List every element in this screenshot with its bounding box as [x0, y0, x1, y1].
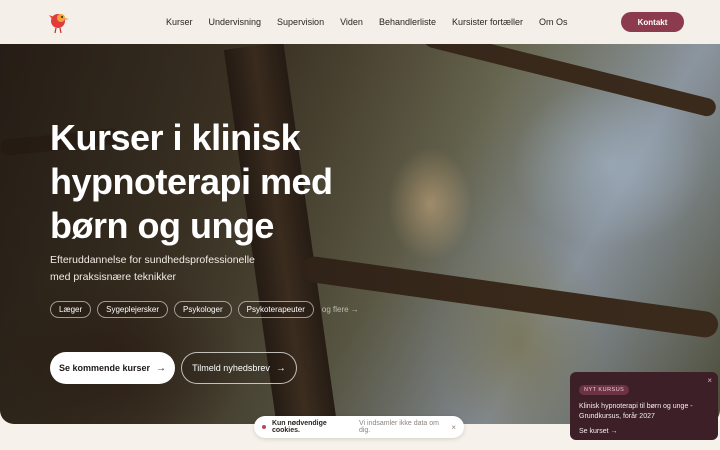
tag-psykoterapeuter: Psykoterapeuter	[237, 301, 314, 318]
site-header: Kurser Undervisning Supervision Viden Be…	[0, 0, 720, 44]
tag-laeger: Læger	[50, 301, 92, 318]
tag-psykologer: Psykologer	[174, 301, 232, 318]
nav-item-undervisning[interactable]: Undervisning	[209, 17, 262, 27]
upcoming-courses-label: Se kommende kurser	[58, 363, 151, 373]
new-course-text: Klinisk hypnoterapi til børn og unge - G…	[579, 403, 693, 420]
cookie-dot-icon	[262, 425, 266, 429]
hero-subtitle: Efteruddannelse for sundhedsprofessionel…	[50, 254, 255, 283]
cookie-notice-text: Vi indsamler ikke data om dig.	[358, 420, 439, 434]
nav-item-om-os[interactable]: Om Os	[539, 17, 568, 27]
new-course-badge: NYT KURSUS	[579, 385, 630, 395]
contact-button[interactable]: Kontakt	[621, 12, 684, 32]
nav-item-supervision[interactable]: Supervision	[277, 17, 324, 27]
bird-logo-icon[interactable]	[46, 9, 72, 35]
nav-item-viden[interactable]: Viden	[340, 17, 363, 27]
newsletter-signup-label: Tilmeld nyhedsbrev	[192, 363, 270, 373]
nav-item-kursister-fortaeller[interactable]: Kursister fortæller	[452, 17, 523, 27]
nav-item-kurser[interactable]: Kurser	[166, 17, 193, 27]
hero-section: Kurser i klinisk hypnoterapi med børn og…	[0, 44, 720, 424]
see-course-link[interactable]: Se kurset →	[579, 428, 709, 435]
nav-item-behandlerliste[interactable]: Behandlerliste	[379, 17, 436, 27]
newsletter-signup-button[interactable]: Tilmeld nyhedsbrev →	[181, 352, 297, 384]
new-course-card: NYT KURSUS × Klinisk hypnoterapi til bør…	[570, 372, 718, 440]
cookie-notice: Kun nødvendige cookies. Vi indsamler ikk…	[254, 416, 464, 438]
close-icon[interactable]: ×	[451, 423, 456, 432]
arrow-right-icon: →	[275, 362, 286, 374]
audience-tags: Læger Sygeplejersker Psykologer Psykoter…	[50, 301, 359, 318]
tag-sygeplejersker: Sygeplejersker	[97, 301, 169, 318]
close-icon[interactable]: ×	[707, 376, 712, 385]
arrow-right-icon: →	[156, 362, 167, 374]
cookie-notice-title: Kun nødvendige cookies.	[271, 420, 327, 434]
main-nav: Kurser Undervisning Supervision Viden Be…	[166, 0, 584, 44]
upcoming-courses-button[interactable]: Se kommende kurser →	[50, 352, 175, 384]
tags-more-link[interactable]: og flere →	[322, 305, 359, 314]
hero-title: Kurser i klinisk hypnoterapi med børn og…	[50, 117, 333, 246]
